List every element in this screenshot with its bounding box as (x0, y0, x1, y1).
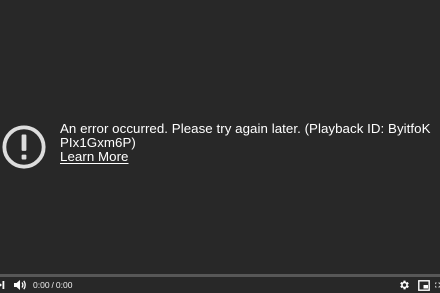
control-bar: 0:00/0:00 (0, 277, 440, 293)
current-time: 0:00 (33, 280, 50, 290)
alert-circle-icon (2, 125, 46, 169)
miniplayer-icon (417, 279, 430, 291)
fullscreen-button[interactable] (435, 278, 440, 292)
fullscreen-icon (435, 282, 440, 288)
volume-icon (14, 280, 26, 290)
duration: 0:00 (55, 280, 73, 290)
volume-button[interactable] (13, 278, 27, 292)
video-player: An error occurred. Please try again late… (0, 0, 440, 293)
error-overlay: An error occurred. Please try again late… (0, 120, 440, 172)
gear-icon (399, 280, 409, 290)
skip-next-icon (0, 281, 5, 289)
learn-more-link[interactable]: Learn More (60, 150, 129, 164)
error-message: An error occurred. Please try again late… (60, 121, 431, 150)
time-separator: / (51, 280, 54, 290)
miniplayer-button[interactable] (417, 278, 430, 292)
settings-button[interactable] (397, 278, 410, 292)
time-display: 0:00/0:00 (33, 279, 72, 291)
skip-next-button[interactable] (0, 278, 8, 292)
error-text: An error occurred. Please try again late… (60, 122, 435, 164)
